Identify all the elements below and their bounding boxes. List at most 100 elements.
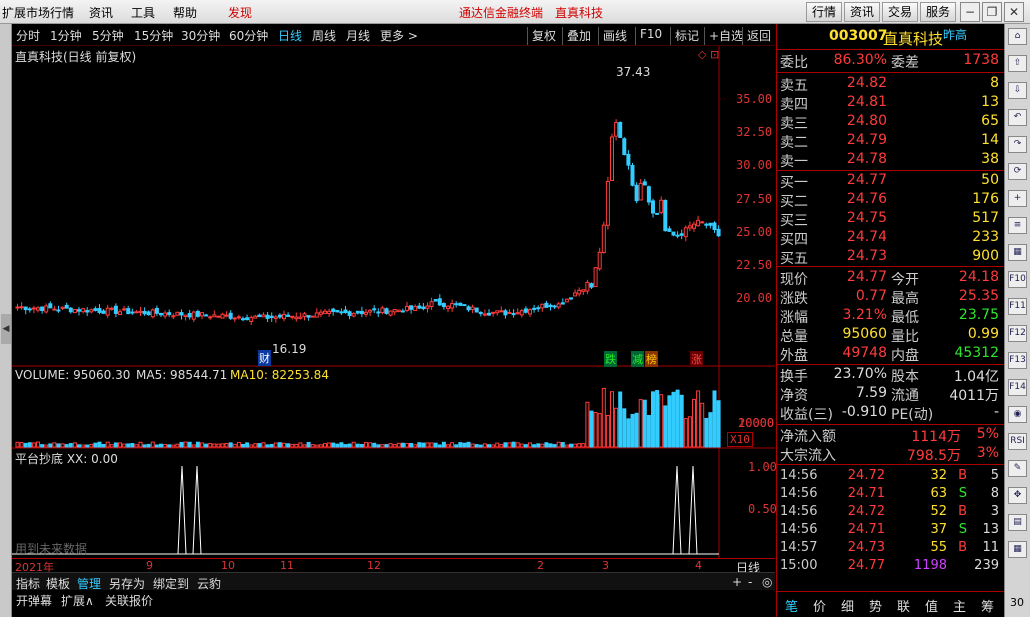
grid-icon[interactable]: ▦	[1008, 541, 1027, 558]
f13-icon[interactable]: F13	[1008, 352, 1027, 369]
expand-button[interactable]: 扩展∧	[61, 592, 94, 609]
fundamental-value: 7.59	[855, 385, 887, 401]
detail-tab[interactable]: 价	[813, 596, 826, 615]
period-60min[interactable]: 60分钟	[229, 27, 268, 44]
finance-tag[interactable]: 财	[258, 350, 271, 366]
related-quote-button[interactable]: 关联报价	[105, 592, 153, 609]
volume-bar	[134, 444, 139, 448]
buy-row[interactable]: 买一 24.77 50	[777, 172, 1005, 191]
volume-bar	[482, 443, 487, 448]
candle-body	[273, 316, 278, 319]
date-axis: 2021年 9 10 11 12 2 3 4 日线	[12, 558, 775, 575]
service-button[interactable]: 服务	[920, 2, 956, 22]
back-icon[interactable]: ↶	[1008, 109, 1027, 126]
buy-row[interactable]: 买三 24.75 517	[777, 210, 1005, 229]
volume-bar	[573, 443, 578, 448]
volume-bar	[696, 390, 701, 448]
f10-button[interactable]: F10	[635, 27, 662, 45]
list-icon[interactable]: ≡	[1008, 217, 1027, 234]
period-30min[interactable]: 30分钟	[181, 27, 220, 44]
minimize-icon[interactable]: −	[960, 2, 980, 22]
note-icon[interactable]: ✎	[1008, 460, 1027, 477]
volume-bar	[109, 444, 114, 448]
forward-icon[interactable]: ↷	[1008, 136, 1027, 153]
period-daily[interactable]: 日线	[278, 27, 302, 44]
adjust-button[interactable]: 复权	[527, 27, 556, 45]
rsi-icon[interactable]: RSI	[1008, 433, 1027, 450]
f14-icon[interactable]: F14	[1008, 379, 1027, 396]
volume-bar	[228, 442, 233, 448]
reduce-tag[interactable]: 减	[631, 351, 644, 367]
detail-tab[interactable]: 细	[841, 596, 854, 615]
settings-button[interactable]: ◎	[762, 575, 772, 589]
kline-svg[interactable]	[12, 46, 775, 558]
diamond-icon[interactable]: ◇ ⊡	[698, 48, 719, 61]
zoom-out-button[interactable]: -	[748, 575, 752, 589]
candle-body	[581, 289, 586, 292]
ranking-tag[interactable]: 榜	[645, 351, 658, 367]
period-intraday[interactable]: 分时	[16, 27, 40, 44]
return-button[interactable]: 返回	[742, 27, 771, 45]
expand-arrow-icon[interactable]: ◀	[1, 314, 11, 344]
kline-chart-area[interactable]: 直真科技(日线 前复权) ◇ ⊡ 35.00 32.50 30.00 27.50…	[12, 46, 777, 558]
sell-row[interactable]: 卖五 24.82 8	[777, 75, 1005, 94]
trade-button[interactable]: 交易	[882, 2, 918, 22]
buy-row[interactable]: 买二 24.76 176	[777, 191, 1005, 210]
refresh-icon[interactable]: ⟳	[1008, 163, 1027, 180]
period-1min[interactable]: 1分钟	[50, 27, 82, 44]
f12-icon[interactable]: F12	[1008, 325, 1027, 342]
sell-row[interactable]: 卖四 24.81 13	[777, 94, 1005, 113]
volume-bar	[306, 441, 311, 448]
move-icon[interactable]: ✥	[1008, 487, 1027, 504]
drop-tag[interactable]: 跌	[604, 351, 617, 367]
candle-body	[265, 314, 270, 319]
menu-item-tools[interactable]: 工具	[131, 4, 155, 21]
menu-item-discover[interactable]: 发现	[228, 4, 252, 21]
danmaku-button[interactable]: 开弹幕	[16, 592, 52, 609]
news-button[interactable]: 资讯	[844, 2, 880, 22]
left-collapse-strip[interactable]: ◀	[0, 24, 12, 617]
close-icon[interactable]: ✕	[1004, 2, 1024, 22]
period-weekly[interactable]: 周线	[312, 27, 336, 44]
zoom-in-button[interactable]: +	[732, 575, 742, 589]
sell-row[interactable]: 卖一 24.78 38	[777, 151, 1005, 170]
candle-body	[491, 311, 496, 314]
detail-tab[interactable]: 筹	[981, 596, 994, 615]
volume-bar	[224, 443, 229, 448]
mark-button[interactable]: 标记	[670, 27, 699, 45]
chart-icon[interactable]: ▦	[1008, 244, 1027, 261]
home-icon[interactable]: ⌂	[1008, 28, 1027, 45]
sell-row[interactable]: 卖二 24.79 14	[777, 132, 1005, 151]
draw-button[interactable]: 画线	[598, 27, 627, 45]
f10-icon[interactable]: F10	[1008, 271, 1027, 288]
up-arrow-icon[interactable]: ⇧	[1008, 55, 1027, 72]
doc-icon[interactable]: ▤	[1008, 514, 1027, 531]
period-5min[interactable]: 5分钟	[92, 27, 124, 44]
menu-item-news[interactable]: 资讯	[89, 4, 113, 21]
sell-row[interactable]: 卖三 24.80 65	[777, 113, 1005, 132]
period-monthly[interactable]: 月线	[346, 27, 370, 44]
detail-tab[interactable]: 势	[869, 596, 882, 615]
candle-body	[687, 225, 692, 229]
menu-item-help[interactable]: 帮助	[173, 4, 197, 21]
down-arrow-icon[interactable]: ⇩	[1008, 82, 1027, 99]
candle-body	[138, 310, 143, 313]
add-watchlist-button[interactable]: +自选	[704, 27, 743, 45]
restore-icon[interactable]: ❐	[982, 2, 1002, 22]
menu-item-market[interactable]: 扩展市场行情	[2, 4, 74, 21]
detail-tab[interactable]: 值	[925, 596, 938, 615]
quote-button[interactable]: 行情	[806, 2, 842, 22]
stat-label: 今开	[891, 272, 919, 288]
detail-tab[interactable]: 主	[953, 596, 966, 615]
plus-icon[interactable]: +	[1008, 190, 1027, 207]
detail-tab[interactable]: 联	[897, 596, 910, 615]
overlay-button[interactable]: 叠加	[562, 27, 591, 45]
rise-tag[interactable]: 涨	[690, 351, 703, 367]
period-15min[interactable]: 15分钟	[134, 27, 173, 44]
globe-icon[interactable]: ◉	[1008, 406, 1027, 423]
buy-row[interactable]: 买四 24.74 233	[777, 229, 1005, 248]
detail-tab[interactable]: 笔	[785, 596, 798, 615]
f11-icon[interactable]: F11	[1008, 298, 1027, 315]
period-more[interactable]: 更多 >	[380, 27, 418, 44]
buy-row[interactable]: 买五 24.73 900	[777, 248, 1005, 267]
